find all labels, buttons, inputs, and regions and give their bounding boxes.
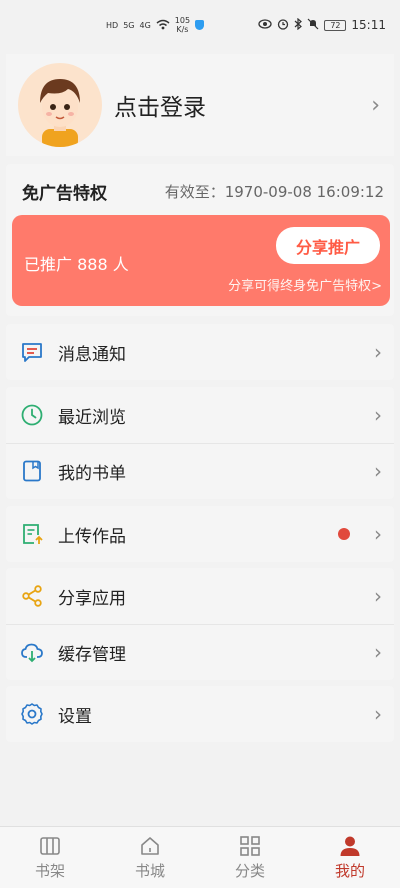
chevron-right-icon: › [374, 702, 382, 726]
menu-item-messages[interactable]: 消息通知 › [6, 324, 394, 380]
tab-label-bookstore: 书城 [134, 861, 165, 880]
menu-group-app: 分享应用 › 缓存管理 › [6, 568, 394, 680]
book-icon [20, 459, 44, 483]
signal-4g: 4G [139, 20, 151, 30]
valid-until: 有效至：1970-09-08 16:09:12 [164, 182, 384, 201]
menu-label-cache: 缓存管理 [58, 644, 126, 665]
ad-free-card: 免广告特权 有效至：1970-09-08 16:09:12 已推广 888 人 … [6, 164, 394, 316]
chevron-right-icon: › [374, 584, 382, 608]
notification-dot [338, 528, 350, 540]
menu-item-settings[interactable]: 设置 › [6, 686, 394, 742]
menu-label-recent: 最近浏览 [58, 407, 126, 428]
network-indicators: HD 5G 4G 105 K/s [106, 16, 205, 34]
hd-badge-1: HD [106, 20, 119, 30]
wifi-icon [156, 19, 170, 32]
menu-group-upload: 上传作品 › [6, 506, 394, 562]
menu-item-booklist[interactable]: 我的书单 › [6, 443, 394, 499]
share-promote-button[interactable]: 分享推广 [276, 227, 380, 264]
menu-label-booklist: 我的书单 [58, 463, 126, 484]
user-icon [340, 836, 360, 856]
tab-label-category: 分类 [234, 861, 265, 880]
menu-label-settings: 设置 [58, 706, 92, 727]
menu-group-messages: 消息通知 › [6, 324, 394, 380]
home-icon [141, 836, 159, 855]
chevron-right-icon: › [374, 459, 382, 483]
eye-icon [258, 18, 273, 32]
menu-item-cache[interactable]: 缓存管理 › [6, 624, 394, 680]
network-speed: 105 K/s [174, 16, 191, 34]
history-clock-icon [20, 403, 44, 427]
avatar [18, 63, 102, 147]
tab-label-bookshelf: 书架 [34, 861, 65, 880]
menu-label-messages: 消息通知 [58, 344, 126, 365]
signal-5g: 5G [123, 20, 135, 30]
chevron-right-icon: › [374, 522, 382, 546]
promotion-banner[interactable]: 已推广 888 人 分享推广 分享可得终身免广告特权> [12, 215, 390, 306]
tab-label-mine: 我的 [334, 861, 365, 880]
bottom-tab-bar: 书架 书城 分类 我的 [0, 826, 400, 888]
system-indicators: 72 15:11 [258, 17, 386, 33]
tab-bookshelf[interactable]: 书架 [0, 827, 100, 888]
menu-label-upload: 上传作品 [58, 526, 126, 547]
share-icon [20, 584, 44, 608]
share-hint-link[interactable]: 分享可得终身免广告特权> [228, 275, 382, 294]
menu-group-reading: 最近浏览 › 我的书单 › [6, 387, 394, 499]
status-bar: HD 5G 4G 105 K/s 72 15:11 [0, 0, 400, 50]
alarm-icon [277, 18, 289, 33]
message-icon [20, 340, 44, 364]
ad-free-title: 免广告特权 [22, 183, 107, 204]
login-label: 点击登录 [114, 95, 206, 121]
menu-item-recent[interactable]: 最近浏览 › [6, 387, 394, 443]
ad-free-header: 免广告特权 有效至：1970-09-08 16:09:12 [6, 164, 394, 218]
battery-icon: 72 [324, 19, 347, 31]
chevron-right-icon: › [374, 640, 382, 664]
grid-icon [240, 835, 260, 856]
upload-document-icon [20, 522, 44, 546]
tab-category[interactable]: 分类 [200, 827, 300, 888]
menu-item-upload[interactable]: 上传作品 › [6, 506, 394, 562]
mute-bell-icon [307, 18, 319, 33]
tab-mine[interactable]: 我的 [300, 827, 400, 888]
chevron-right-icon: › [374, 403, 382, 427]
bookshelf-icon [40, 836, 60, 855]
menu-label-share-app: 分享应用 [58, 588, 126, 609]
gear-icon [20, 702, 44, 726]
login-row[interactable]: 点击登录 › [6, 54, 394, 156]
shield-icon [195, 20, 205, 30]
menu-item-share-app[interactable]: 分享应用 › [6, 568, 394, 624]
promoted-count: 已推广 888 人 [24, 255, 129, 274]
tab-bookstore[interactable]: 书城 [100, 827, 200, 888]
chevron-right-icon: › [374, 340, 382, 364]
bluetooth-icon [294, 17, 303, 33]
cloud-download-icon [20, 640, 44, 664]
menu-group-settings: 设置 › [6, 686, 394, 742]
clock-time: 15:11 [351, 18, 386, 32]
chevron-right-icon: › [371, 92, 380, 118]
